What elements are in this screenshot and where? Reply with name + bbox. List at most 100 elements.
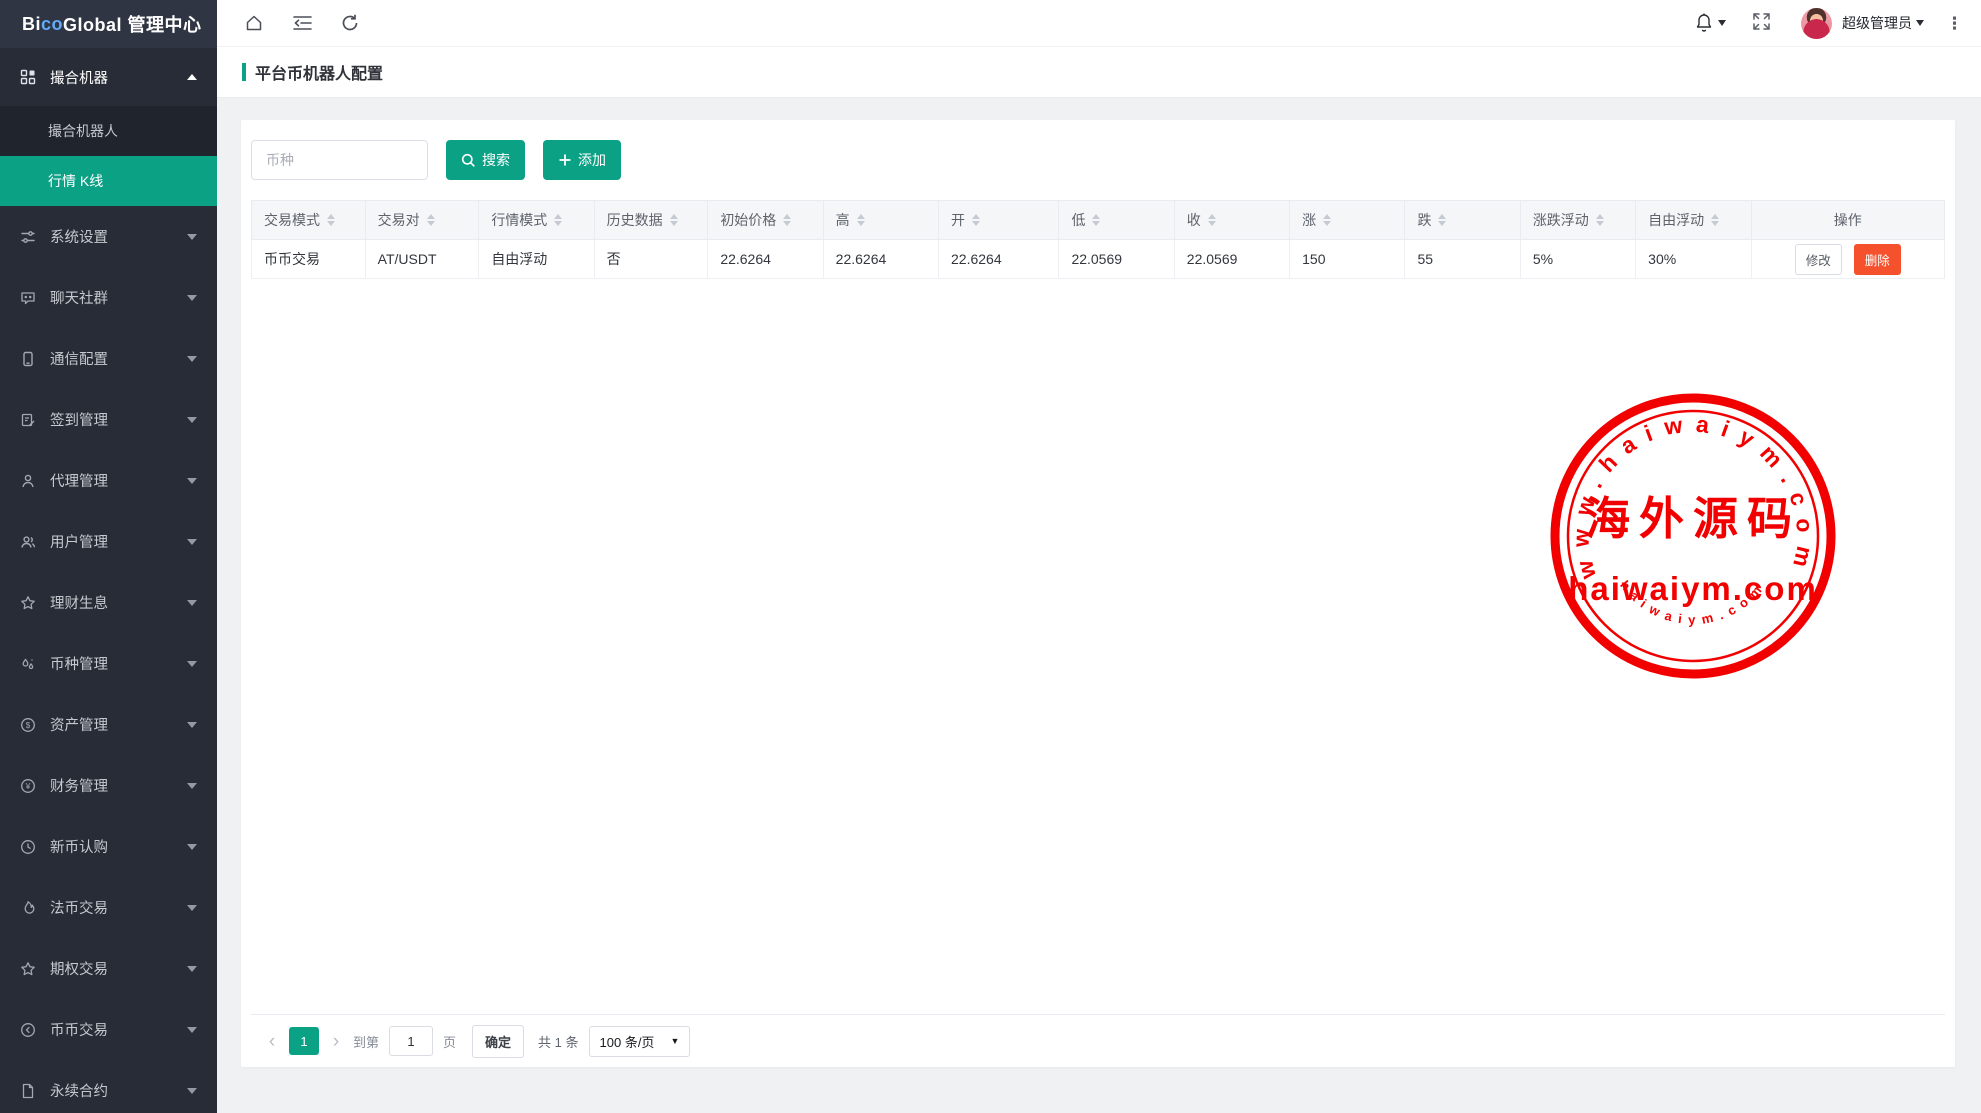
column-header[interactable]: 涨 (1290, 201, 1405, 240)
sidebar-item-asset-mgmt[interactable]: $ 资产管理 (0, 694, 217, 755)
avatar[interactable] (1801, 8, 1832, 39)
column-header[interactable]: 交易模式 (252, 201, 366, 240)
page-size-select[interactable]: 100 条/页 ▼ (589, 1026, 691, 1057)
cell-rise: 150 (1290, 240, 1405, 279)
sort-icon[interactable] (783, 214, 791, 226)
edit-button[interactable]: 修改 (1795, 244, 1842, 275)
main-area: 超级管理员 ⋮ 平台币机器人配置 搜索 (217, 0, 1981, 1113)
chevron-down-icon (187, 356, 197, 362)
sort-icon[interactable] (1323, 214, 1331, 226)
sidebar-item-matching-robot[interactable]: 撮合机器人 (0, 106, 217, 156)
goto-label: 到第 (353, 1032, 379, 1051)
sidebar-item-label: 聊天社群 (50, 287, 108, 308)
column-header[interactable]: 行情模式 (479, 201, 594, 240)
column-header[interactable]: 跌 (1405, 201, 1520, 240)
cell-init-price: 22.6264 (708, 240, 823, 279)
circle-back-icon (20, 1022, 36, 1038)
sliders-icon (20, 229, 36, 245)
sidebar-item-kline-active[interactable]: 行情 K线 (0, 156, 217, 206)
column-header[interactable]: 收 (1174, 201, 1289, 240)
phone-icon (20, 351, 36, 367)
sort-icon[interactable] (1438, 214, 1446, 226)
sort-icon[interactable] (554, 214, 562, 226)
sort-icon[interactable] (1711, 214, 1719, 226)
checkin-note-icon (20, 412, 36, 428)
sort-icon[interactable] (972, 214, 980, 226)
chevron-down-icon (187, 478, 197, 484)
sidebar-item-label: 资产管理 (50, 714, 108, 735)
sort-icon[interactable] (1092, 214, 1100, 226)
sort-icon[interactable] (327, 214, 335, 226)
sidebar-item-chat-community[interactable]: 聊天社群 (0, 267, 217, 328)
delete-button[interactable]: 删除 (1854, 244, 1901, 275)
admin-menu[interactable]: 超级管理员 (1842, 13, 1924, 33)
chevron-down-icon (187, 295, 197, 301)
column-header[interactable]: 自由浮动 (1636, 201, 1751, 240)
search-input[interactable] (251, 140, 428, 180)
sidebar-item-label: 永续合约 (50, 1080, 108, 1101)
sidebar-group-matching-robot[interactable]: 撮合机器 (0, 48, 217, 106)
sidebar-item-coin-mgmt[interactable]: 币种管理 (0, 633, 217, 694)
sidebar-item-label: 系统设置 (50, 226, 108, 247)
dollar-circle-icon: $ (20, 717, 36, 733)
sidebar-item-finance-mgmt[interactable]: ¥ 财务管理 (0, 755, 217, 816)
sidebar-item-comm-config[interactable]: 通信配置 (0, 328, 217, 389)
page-number-button[interactable]: 1 (289, 1027, 319, 1055)
sidebar-item-spot-trade[interactable]: 币币交易 (0, 999, 217, 1060)
sort-icon[interactable] (1208, 214, 1216, 226)
search-button[interactable]: 搜索 (446, 140, 525, 180)
sidebar-item-label: 通信配置 (50, 348, 108, 369)
prev-page-button[interactable]: ‹ (261, 1032, 283, 1051)
sidebar-item-fiat-trade[interactable]: 法币交易 (0, 877, 217, 938)
sidebar-item-system-settings[interactable]: 系统设置 (0, 206, 217, 267)
sort-icon[interactable] (427, 214, 435, 226)
column-header[interactable]: 开 (939, 201, 1059, 240)
refresh-icon[interactable] (339, 12, 361, 34)
sort-icon[interactable] (670, 214, 678, 226)
content-area: 搜索 添加 (217, 98, 1981, 1113)
admin-label: 超级管理员 (1842, 13, 1912, 33)
column-header[interactable]: 低 (1059, 201, 1174, 240)
chevron-down-icon (187, 844, 197, 850)
fullscreen-icon[interactable] (1752, 12, 1771, 34)
pagination: ‹ 1 › 到第 页 确定 共 1 条 100 条/页 ▼ (251, 1014, 1945, 1067)
sidebar-item-new-coin[interactable]: 新币认购 (0, 816, 217, 877)
sidebar-item-wealth[interactable]: 理财生息 (0, 572, 217, 633)
sidebar-item-checkin[interactable]: 签到管理 (0, 389, 217, 450)
yen-circle-icon: ¥ (20, 778, 36, 794)
sort-icon[interactable] (1596, 214, 1604, 226)
sidebar-item-label: 用户管理 (50, 531, 108, 552)
add-button[interactable]: 添加 (543, 140, 621, 180)
topbar-right: 超级管理员 ⋮ (1694, 8, 1963, 39)
sidebar-item-user-mgmt[interactable]: 用户管理 (0, 511, 217, 572)
sidebar-item-agent-mgmt[interactable]: 代理管理 (0, 450, 217, 511)
column-header[interactable]: 涨跌浮动 (1520, 201, 1635, 240)
cell-fall: 55 (1405, 240, 1520, 279)
menu-fold-icon[interactable] (291, 12, 313, 34)
table-header-row: 交易模式 交易对 行情模式 历史数据 初始价格 高 开 低 收 涨 跌 (252, 201, 1945, 240)
sidebar-item-label: 法币交易 (50, 897, 108, 918)
drops-icon (20, 656, 36, 672)
table-area: 交易模式 交易对 行情模式 历史数据 初始价格 高 开 低 收 涨 跌 (251, 200, 1945, 1014)
column-header[interactable]: 历史数据 (594, 201, 708, 240)
sidebar-item-label: 财务管理 (50, 775, 108, 796)
sort-icon[interactable] (857, 214, 865, 226)
page-unit-label: 页 (443, 1032, 456, 1051)
kebab-menu-icon[interactable]: ⋮ (1946, 15, 1963, 32)
next-page-button[interactable]: › (325, 1032, 347, 1051)
app-logo: Bico Global 管理中心 (0, 0, 217, 48)
logo-part-2: co (41, 14, 63, 35)
notifications-button[interactable] (1694, 12, 1726, 34)
column-header[interactable]: 交易对 (365, 201, 479, 240)
goto-page-input[interactable] (389, 1026, 433, 1056)
cell-fluctuation: 5% (1520, 240, 1635, 279)
sidebar-item-perpetual[interactable]: 永续合约 (0, 1060, 217, 1113)
star-icon (20, 595, 36, 611)
home-icon[interactable] (243, 12, 265, 34)
sidebar-item-label: 代理管理 (50, 470, 108, 491)
column-header[interactable]: 高 (823, 201, 938, 240)
title-accent-bar (242, 63, 246, 81)
sidebar-item-options-trade[interactable]: 期权交易 (0, 938, 217, 999)
confirm-button[interactable]: 确定 (472, 1025, 524, 1058)
column-header[interactable]: 初始价格 (708, 201, 823, 240)
